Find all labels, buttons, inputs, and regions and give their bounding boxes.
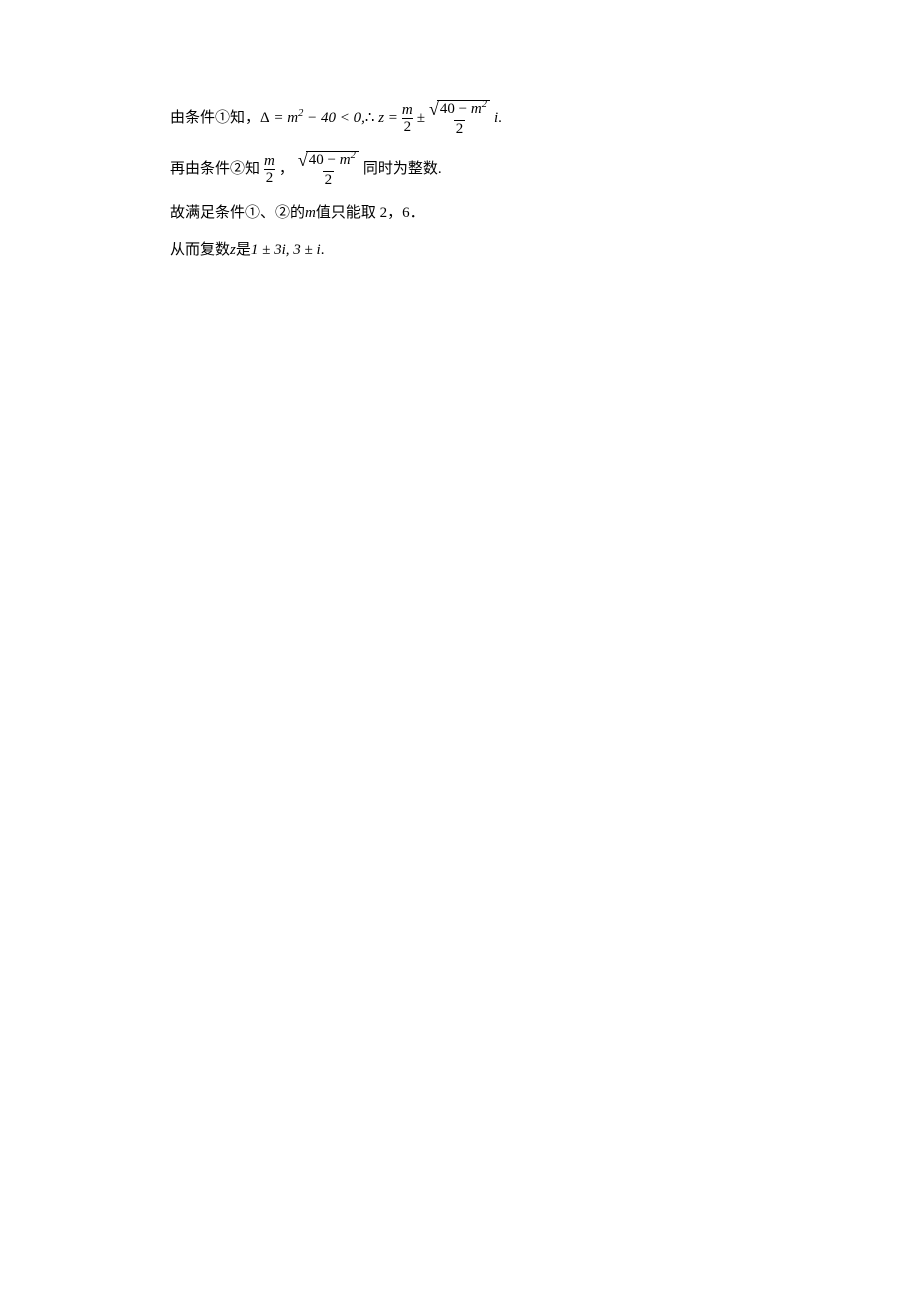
denominator: 2 (402, 118, 414, 136)
math-expr: Δ = m2 − 40 < 0,∴ z = (260, 107, 398, 130)
const-40: 40 − (309, 152, 340, 168)
plus-minus: ± (417, 107, 425, 130)
var-m: m (340, 152, 351, 168)
text: 值只能取 2，6． (316, 202, 425, 225)
fraction-sqrt-over-2: √ 40 − m2 2 (427, 100, 492, 137)
line-4: 从而复数 z 是 1 ± 3i, 3 ± i . (170, 239, 750, 262)
text: 是 (236, 239, 251, 262)
eq2: = (384, 110, 398, 126)
document-page: 由条件①知， Δ = m2 − 40 < 0,∴ z = m 2 ± √ 40 … (0, 0, 920, 261)
comma: ， (279, 158, 294, 181)
var-m: m (305, 202, 316, 225)
numerator: √ 40 − m2 (296, 151, 361, 171)
therefore: ∴ (365, 110, 378, 126)
denominator: 2 (264, 169, 276, 187)
result-expr: 1 ± 3i, 3 ± i (251, 239, 321, 262)
text: 由条件①知， (170, 107, 260, 130)
const-40: 40 − (440, 101, 471, 117)
period: . (498, 107, 502, 130)
sup-2: 2 (351, 150, 356, 161)
line-3: 故满足条件①、②的 m 值只能取 2，6． (170, 202, 750, 225)
denominator: 2 (323, 171, 335, 189)
fraction-m-over-2: m 2 (400, 102, 415, 136)
period: . (321, 239, 325, 262)
numerator: m (400, 102, 415, 119)
radicand: 40 − m2 (437, 100, 490, 118)
sqrt: √ 40 − m2 (429, 100, 490, 118)
minus-40: − 40 < 0, (303, 110, 365, 126)
sup-2: 2 (482, 99, 487, 110)
sqrt: √ 40 − m2 (298, 151, 359, 169)
text: 从而复数 (170, 239, 230, 262)
text: 故满足条件①、②的 (170, 202, 305, 225)
numerator: m (262, 153, 277, 170)
var-m: m (471, 101, 482, 117)
numerator: √ 40 − m2 (427, 100, 492, 120)
var-m: m (287, 110, 298, 126)
delta: Δ (260, 110, 270, 126)
denominator: 2 (454, 120, 466, 138)
text: 再由条件②知 (170, 158, 260, 181)
fraction-m-over-2: m 2 (262, 153, 277, 187)
line-2: 再由条件②知 m 2 ， √ 40 − m2 2 同时为整数. (170, 151, 750, 188)
line-1: 由条件①知， Δ = m2 − 40 < 0,∴ z = m 2 ± √ 40 … (170, 100, 750, 137)
fraction-sqrt-over-2: √ 40 − m2 2 (296, 151, 361, 188)
radicand: 40 − m2 (306, 151, 359, 169)
text: 同时为整数. (363, 158, 442, 181)
eq: = (270, 110, 288, 126)
